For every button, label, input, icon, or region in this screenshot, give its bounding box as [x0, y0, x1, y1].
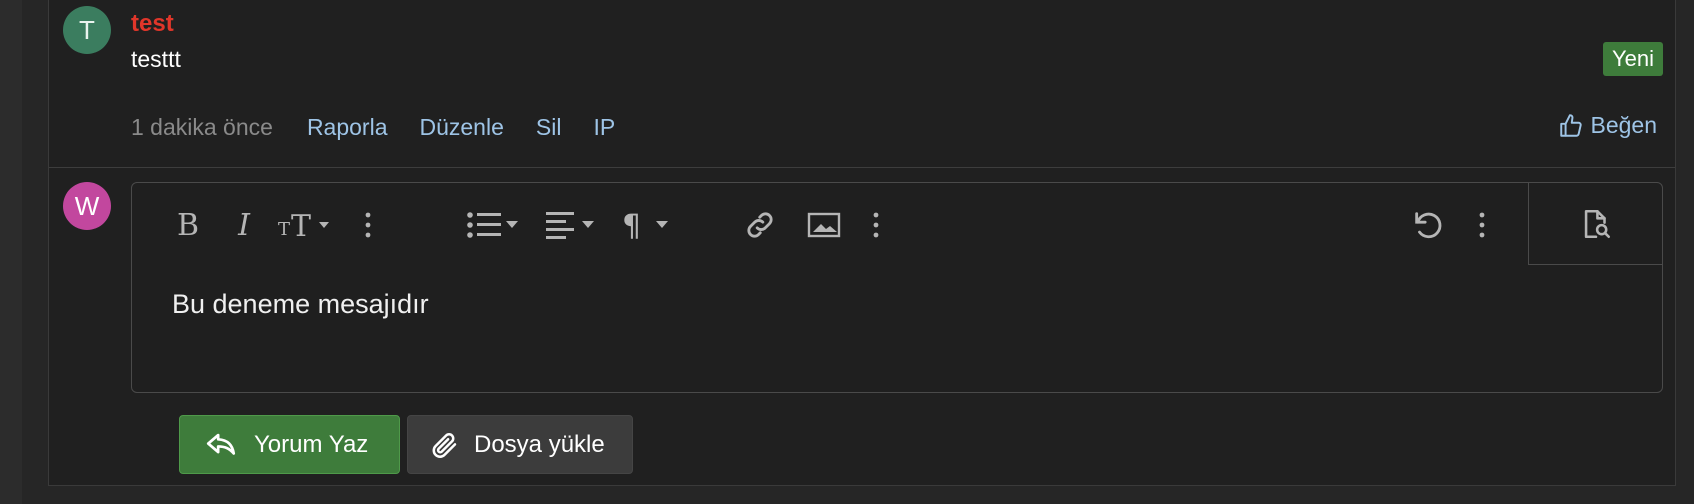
more-icon[interactable] [1472, 203, 1492, 247]
more-icon[interactable] [866, 203, 886, 247]
editor-toolbar: B I T T ¶ [132, 183, 1662, 265]
preview-icon [1584, 209, 1610, 238]
like-button[interactable]: Beğen [1558, 112, 1657, 139]
edit-link[interactable]: Düzenle [419, 114, 503, 141]
submit-comment-label: Yorum Yaz [254, 430, 369, 458]
upload-file-label: Dosya yükle [474, 430, 605, 458]
list-icon[interactable] [466, 203, 522, 247]
avatar-letter: T [79, 14, 95, 45]
reply-icon [206, 433, 236, 455]
comment-username[interactable]: test [131, 10, 174, 38]
svg-text:¶: ¶ [622, 209, 641, 241]
comment-time: 1 dakika önce [131, 114, 273, 140]
report-link[interactable]: Raporla [307, 114, 388, 141]
submit-comment-button[interactable]: Yorum Yaz [179, 415, 400, 474]
image-icon[interactable] [804, 203, 844, 247]
preview-button[interactable] [1528, 183, 1662, 265]
comment-text: testtt [131, 46, 181, 72]
like-label: Beğen [1590, 112, 1657, 138]
more-icon[interactable] [358, 203, 378, 247]
page-gutter [0, 0, 22, 504]
comments-panel: T test testtt Yeni 1 dakika önce Raporla… [48, 0, 1676, 486]
align-icon[interactable] [544, 203, 600, 247]
text-size-icon[interactable]: T T [276, 203, 336, 247]
editor-content[interactable]: Bu deneme mesajıdır [172, 289, 429, 320]
avatar[interactable]: W [63, 182, 111, 230]
rich-text-editor[interactable]: B I T T ¶ Bu deneme mesajıdır [131, 182, 1663, 393]
svg-text:T: T [278, 219, 290, 240]
comment-meta: 1 dakika önce Raporla Düzenle Sil IP [131, 114, 647, 141]
avatar[interactable]: T [63, 6, 111, 54]
avatar-letter: W [74, 190, 100, 221]
comment-item: T test testtt Yeni 1 dakika önce Raporla… [49, 0, 1675, 168]
paragraph-icon[interactable]: ¶ [622, 203, 678, 247]
paperclip-icon [432, 432, 457, 458]
thumbs-up-icon [1560, 113, 1583, 137]
undo-icon[interactable] [1408, 203, 1448, 247]
new-badge: Yeni [1602, 42, 1663, 76]
ip-link[interactable]: IP [593, 114, 615, 141]
upload-file-button[interactable]: Dosya yükle [407, 415, 633, 474]
italic-icon[interactable]: I [226, 203, 262, 247]
delete-link[interactable]: Sil [536, 114, 562, 141]
bold-icon[interactable]: B [170, 203, 206, 247]
svg-text:T: T [291, 209, 311, 241]
link-icon[interactable] [740, 203, 780, 247]
